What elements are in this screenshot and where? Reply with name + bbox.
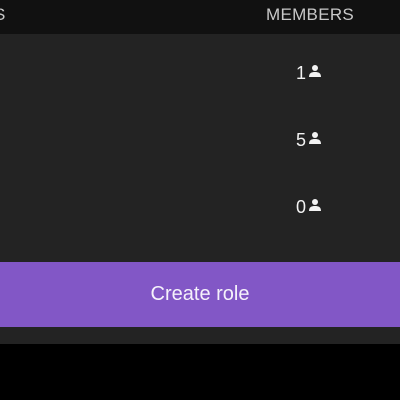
create-role-button[interactable]: Create role	[0, 262, 400, 327]
roles-screen: S MEMBERS ns 1 bers 5 rators 0 Create ro…	[0, 0, 400, 400]
person-icon	[309, 65, 321, 77]
member-count: 1	[295, 63, 306, 83]
roles-table-header: S MEMBERS	[0, 0, 400, 34]
person-icon	[309, 199, 321, 211]
person-icon	[309, 132, 321, 144]
roles-column-header: S	[0, 5, 6, 25]
member-count: 5	[295, 130, 306, 150]
members-column-header: MEMBERS	[266, 5, 355, 24]
role-row[interactable]: rators 0	[0, 175, 400, 242]
role-row[interactable]: ns 1	[0, 41, 400, 108]
member-count: 0	[295, 197, 306, 217]
role-row[interactable]: bers 5	[0, 108, 400, 175]
